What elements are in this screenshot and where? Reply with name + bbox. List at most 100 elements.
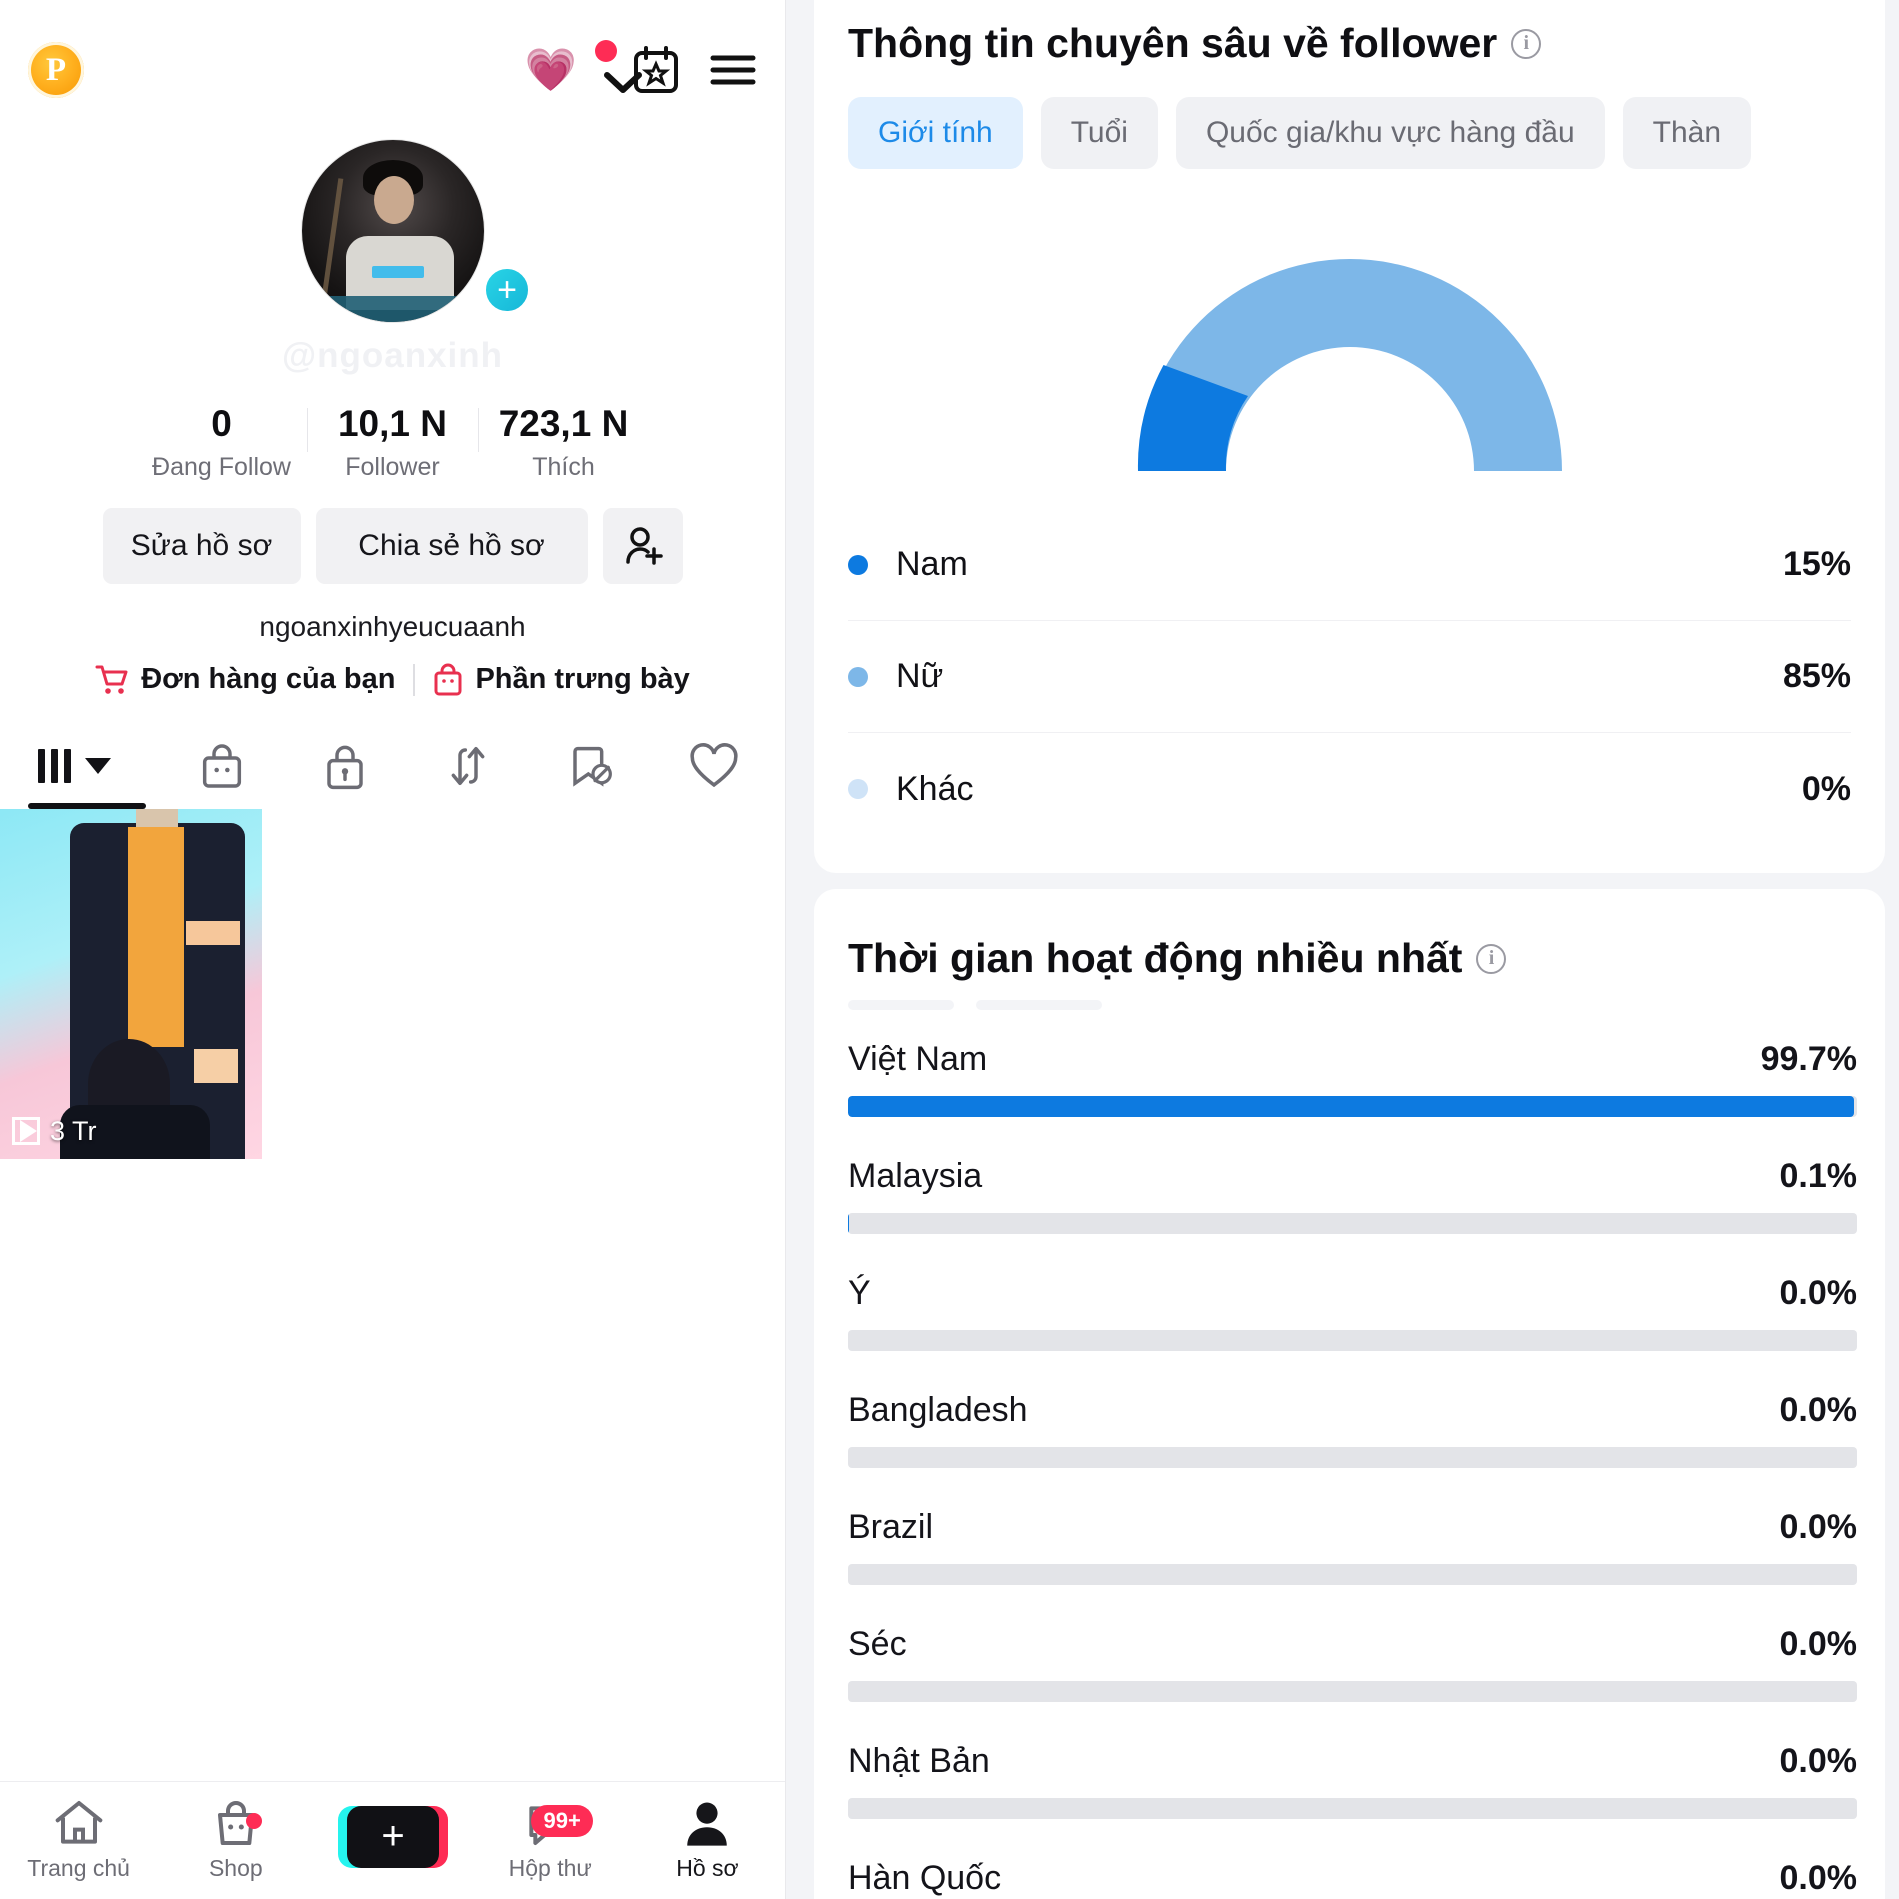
tab-top-countries[interactable]: Quốc gia/khu vực hàng đầu [1175, 97, 1605, 169]
page-title: Thông tin chuyên sâu về follower [848, 20, 1498, 66]
edit-profile-button[interactable]: Sửa hồ sơ [102, 507, 301, 584]
avatar-detail [321, 178, 343, 298]
bookmark-off-icon [572, 746, 612, 787]
country-label: Việt Nam [848, 1040, 988, 1078]
legend-value: 85% [1782, 657, 1851, 695]
video-play-count: 3 Tr [12, 1116, 97, 1147]
country-row: Việt Nam 99.7% [848, 1040, 1857, 1117]
legend-value: 0% [1801, 769, 1851, 808]
country-bar-track [848, 1330, 1857, 1351]
avatar[interactable] [301, 140, 484, 322]
tab-shop[interactable] [161, 723, 284, 809]
profile-stats: 0 Đang Follow 10,1 N Follower 723,1 N Th… [0, 402, 785, 482]
country-label: Ý [848, 1274, 871, 1312]
tab-posts[interactable] [38, 723, 161, 809]
country-row-header: Bangladesh 0.0% [848, 1391, 1857, 1430]
video-grid: 3 Tr [0, 808, 785, 1159]
profile-bio: ngoanxinhyeucuaanh [259, 610, 526, 642]
insight-filter-tabs: Giới tính Tuổi Quốc gia/khu vực hàng đầu… [814, 67, 1885, 169]
activity-card: Thời gian hoạt động nhiều nhất i Việt Na… [814, 889, 1885, 1899]
analytics-pane: Thông tin chuyên sâu về follower i Giới … [786, 0, 1899, 1899]
notification-dot [246, 1813, 263, 1829]
play-icon [12, 1117, 40, 1146]
country-row-header: Brazil 0.0% [848, 1508, 1857, 1547]
profile-actions: Sửa hồ sơ Chia sẻ hồ sơ [0, 507, 785, 584]
link-divider [413, 663, 416, 696]
country-value: 0.0% [1779, 1742, 1858, 1780]
topbar-actions: 💗 [525, 40, 757, 94]
tab-private[interactable] [284, 723, 407, 809]
country-row: Nhật Bản 0.0% [848, 1742, 1857, 1819]
status-bar [0, 0, 785, 14]
stat-value: 0 [211, 403, 232, 444]
nav-item-create[interactable]: + [314, 1805, 471, 1876]
nav-item-inbox[interactable]: 99+ Hộp thư [472, 1799, 629, 1882]
tab-repost[interactable] [406, 723, 529, 809]
inbox-badge: 99+ [531, 1805, 593, 1838]
lock-icon [327, 745, 363, 789]
country-label: Brazil [848, 1508, 934, 1546]
avatar-detail [371, 266, 424, 278]
country-row-header: Việt Nam 99.7% [848, 1040, 1857, 1079]
country-label: Nhật Bản [848, 1742, 990, 1780]
country-value: 0.0% [1779, 1859, 1858, 1897]
activity-title: Thời gian hoạt động nhiều nhất i [814, 935, 1885, 982]
gender-gauge-chart [814, 169, 1885, 509]
shopping-bag-icon [434, 663, 462, 696]
video-thumbnail[interactable]: 3 Tr [0, 808, 262, 1159]
hamburger-menu-icon[interactable] [709, 50, 757, 90]
link-label: Phần trưng bày [475, 663, 690, 696]
create-button-wrap[interactable]: + [338, 1805, 448, 1868]
stat-likes[interactable]: 723,1 N Thích [479, 402, 649, 482]
country-value: 0.1% [1779, 1157, 1858, 1195]
home-icon [55, 1801, 102, 1844]
create-plus-icon[interactable]: + [347, 1805, 439, 1868]
stat-value: 10,1 N [337, 403, 447, 444]
legend-item-other: Khác 0% [848, 733, 1851, 845]
legend-swatch [848, 779, 868, 799]
info-icon[interactable]: i [1476, 943, 1507, 974]
country-row-header: Nhật Bản 0.0% [848, 1742, 1857, 1781]
country-bar-track [848, 1564, 1857, 1585]
share-profile-button[interactable]: Chia sẻ hồ sơ [315, 507, 588, 584]
legend-item-male: Nam 15% [848, 509, 1851, 621]
avatar-detail [301, 296, 484, 322]
nav-item-home[interactable]: Trang chủ [0, 1799, 157, 1882]
avatar-section: + [0, 140, 785, 322]
profile-topbar: P 💗 [0, 14, 785, 126]
play-count-label: 3 Tr [50, 1115, 97, 1146]
country-value: 0.0% [1779, 1274, 1858, 1312]
follower-insights-card: Thông tin chuyên sâu về follower i Giới … [814, 0, 1885, 873]
tab-liked[interactable] [652, 723, 775, 809]
tab-hidden[interactable] [529, 723, 652, 809]
add-story-plus-icon[interactable]: + [481, 264, 533, 316]
add-friend-button[interactable] [602, 507, 683, 584]
gender-gauge-svg [1137, 259, 1562, 471]
loading-skeleton [814, 982, 1885, 1018]
info-icon[interactable]: i [1511, 28, 1542, 59]
stat-followers[interactable]: 10,1 N Follower [308, 402, 478, 482]
shop-links: Đơn hàng của bạn Phần trưng bày [0, 663, 785, 697]
nav-item-profile[interactable]: Hồ sơ [629, 1799, 785, 1882]
notification-dot [594, 40, 617, 62]
country-label: Hàn Quốc [848, 1859, 1002, 1897]
pro-badge-icon[interactable]: P [28, 42, 84, 98]
follower-insights-title: Thông tin chuyên sâu về follower i [814, 20, 1885, 67]
heart-emoji-icon[interactable]: 💗 [525, 49, 577, 91]
nav-item-shop[interactable]: Shop [157, 1799, 314, 1882]
stat-label: Đang Follow [152, 452, 291, 481]
stat-following[interactable]: 0 Đang Follow [137, 402, 307, 482]
country-row-header: Ý 0.0% [848, 1274, 1857, 1313]
showcase-link[interactable]: Phần trưng bày [433, 663, 690, 697]
tab-cities[interactable]: Thàn [1622, 97, 1752, 169]
stat-value: 723,1 N [498, 403, 629, 444]
heart-icon [689, 742, 738, 787]
tab-age[interactable]: Tuổi [1040, 97, 1158, 169]
profile-handle: @ngoanxinh [281, 336, 504, 375]
country-bar-track [848, 1798, 1857, 1819]
legend-label: Nam [896, 545, 968, 583]
your-orders-link[interactable]: Đơn hàng của bạn [95, 663, 395, 696]
tab-gender[interactable]: Giới tính [848, 97, 1023, 169]
country-row: Bangladesh 0.0% [848, 1391, 1857, 1468]
country-row: Malaysia 0.1% [848, 1157, 1857, 1234]
